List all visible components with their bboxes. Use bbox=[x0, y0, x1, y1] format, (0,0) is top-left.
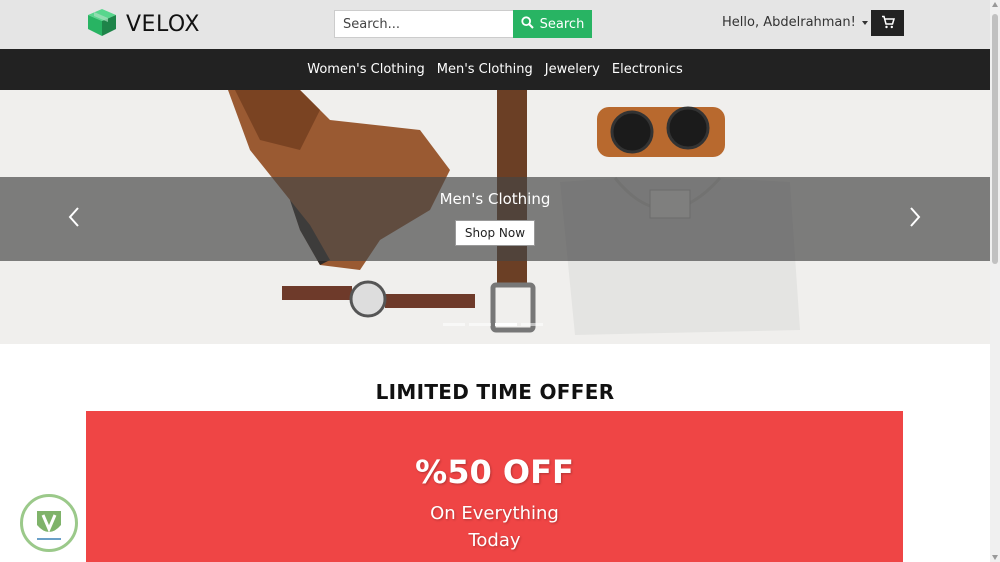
offer-discount: %50 OFF bbox=[415, 453, 574, 491]
page-scrollbar[interactable] bbox=[990, 0, 1000, 562]
cart-icon bbox=[881, 14, 895, 33]
offer-banner: %50 OFF On Everything Today bbox=[86, 411, 903, 562]
carousel-indicator[interactable] bbox=[443, 323, 465, 326]
offer-subtitle-2: Today bbox=[468, 530, 521, 551]
shop-now-button[interactable]: Shop Now bbox=[455, 220, 535, 246]
page: VELOX Search Hello, Abdelrahman! bbox=[0, 0, 1000, 562]
carousel-indicator[interactable] bbox=[469, 323, 491, 326]
carousel-prev-button[interactable] bbox=[64, 205, 84, 229]
search-input[interactable] bbox=[334, 10, 513, 38]
scroll-down-icon[interactable] bbox=[992, 555, 998, 560]
nav-item-mens-clothing[interactable]: Men's Clothing bbox=[437, 62, 533, 77]
hero-title: Men's Clothing bbox=[439, 190, 551, 208]
nav-item-electronics[interactable]: Electronics bbox=[612, 62, 683, 77]
search-button[interactable]: Search bbox=[513, 10, 592, 38]
logo-text: VELOX bbox=[126, 11, 200, 37]
watermark-logo bbox=[20, 494, 78, 552]
nav-item-jewelery[interactable]: Jewelery bbox=[545, 62, 600, 77]
cart-button[interactable] bbox=[871, 10, 904, 36]
scroll-up-icon[interactable] bbox=[992, 2, 998, 7]
offer-heading: LIMITED TIME OFFER bbox=[375, 380, 615, 404]
chevron-right-icon bbox=[905, 207, 925, 233]
scroll-thumb[interactable] bbox=[992, 14, 998, 264]
user-greeting: Hello, Abdelrahman! bbox=[722, 15, 856, 30]
nav-item-womens-clothing[interactable]: Women's Clothing bbox=[307, 62, 425, 77]
search-icon bbox=[521, 15, 534, 33]
logo[interactable]: VELOX bbox=[86, 9, 200, 39]
caret-down-icon bbox=[861, 20, 868, 25]
site-header: VELOX Search Hello, Abdelrahman! bbox=[0, 0, 990, 49]
search-button-label: Search bbox=[539, 16, 585, 32]
carousel-indicator[interactable] bbox=[495, 323, 517, 326]
carousel-indicators bbox=[443, 323, 543, 326]
carousel-next-button[interactable] bbox=[905, 205, 925, 229]
search-form: Search bbox=[334, 10, 592, 38]
category-nav: Women's Clothing Men's Clothing Jewelery… bbox=[0, 49, 990, 90]
user-menu-dropdown[interactable]: Hello, Abdelrahman! bbox=[722, 15, 868, 30]
chevron-left-icon bbox=[64, 207, 84, 233]
box-icon bbox=[86, 7, 118, 41]
carousel-indicator[interactable] bbox=[521, 323, 543, 326]
hero-carousel: Men's Clothing Shop Now bbox=[0, 90, 990, 344]
offer-subtitle: On Everything bbox=[430, 503, 559, 524]
